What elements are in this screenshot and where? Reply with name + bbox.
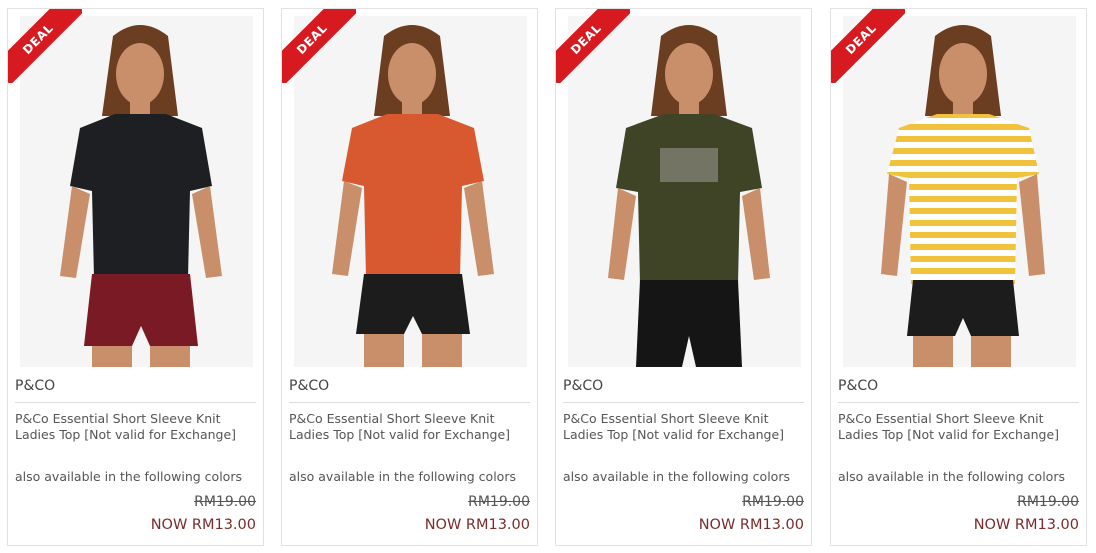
colors-available-text: also available in the following colors	[838, 469, 1065, 484]
product-card[interactable]: DEAL P&CO P&Co Essential Short Sleeve Kn…	[830, 8, 1087, 546]
product-brand[interactable]: P&CO	[838, 378, 878, 394]
colors-available-text: also available in the following colors	[563, 469, 790, 484]
deal-badge-label: DEAL	[293, 20, 331, 58]
deal-badge: DEAL	[831, 9, 905, 83]
sale-price: NOW RM13.00	[150, 517, 256, 533]
divider	[838, 402, 1079, 403]
colors-available-text: also available in the following colors	[289, 469, 516, 484]
sale-price: NOW RM13.00	[424, 517, 530, 533]
divider	[15, 402, 256, 403]
deal-badge-label: DEAL	[842, 20, 880, 58]
divider	[563, 402, 804, 403]
product-title[interactable]: P&Co Essential Short Sleeve Knit Ladies …	[563, 411, 801, 443]
deal-badge: DEAL	[282, 9, 356, 83]
deal-badge-label: DEAL	[19, 20, 57, 58]
product-card[interactable]: DEAL P&CO P&Co Essential Short Sleeve Kn…	[555, 8, 812, 546]
product-grid: DEAL P&CO P&Co Essential Short Sleeve Kn…	[0, 0, 1096, 553]
product-card[interactable]: DEAL P&CO P&Co Essential Short Sleeve Kn…	[7, 8, 264, 546]
product-title[interactable]: P&Co Essential Short Sleeve Knit Ladies …	[289, 411, 527, 443]
deal-badge: DEAL	[556, 9, 630, 83]
deal-badge: DEAL	[8, 9, 82, 83]
sale-price: NOW RM13.00	[698, 517, 804, 533]
original-price: RM19.00	[194, 494, 256, 510]
product-title[interactable]: P&Co Essential Short Sleeve Knit Ladies …	[15, 411, 253, 443]
original-price: RM19.00	[742, 494, 804, 510]
product-card[interactable]: DEAL P&CO P&Co Essential Short Sleeve Kn…	[281, 8, 538, 546]
divider	[289, 402, 530, 403]
colors-available-text: also available in the following colors	[15, 469, 242, 484]
deal-badge-label: DEAL	[567, 20, 605, 58]
product-brand[interactable]: P&CO	[15, 378, 55, 394]
original-price: RM19.00	[468, 494, 530, 510]
sale-price: NOW RM13.00	[973, 517, 1079, 533]
original-price: RM19.00	[1017, 494, 1079, 510]
product-title[interactable]: P&Co Essential Short Sleeve Knit Ladies …	[838, 411, 1076, 443]
product-brand[interactable]: P&CO	[563, 378, 603, 394]
product-brand[interactable]: P&CO	[289, 378, 329, 394]
